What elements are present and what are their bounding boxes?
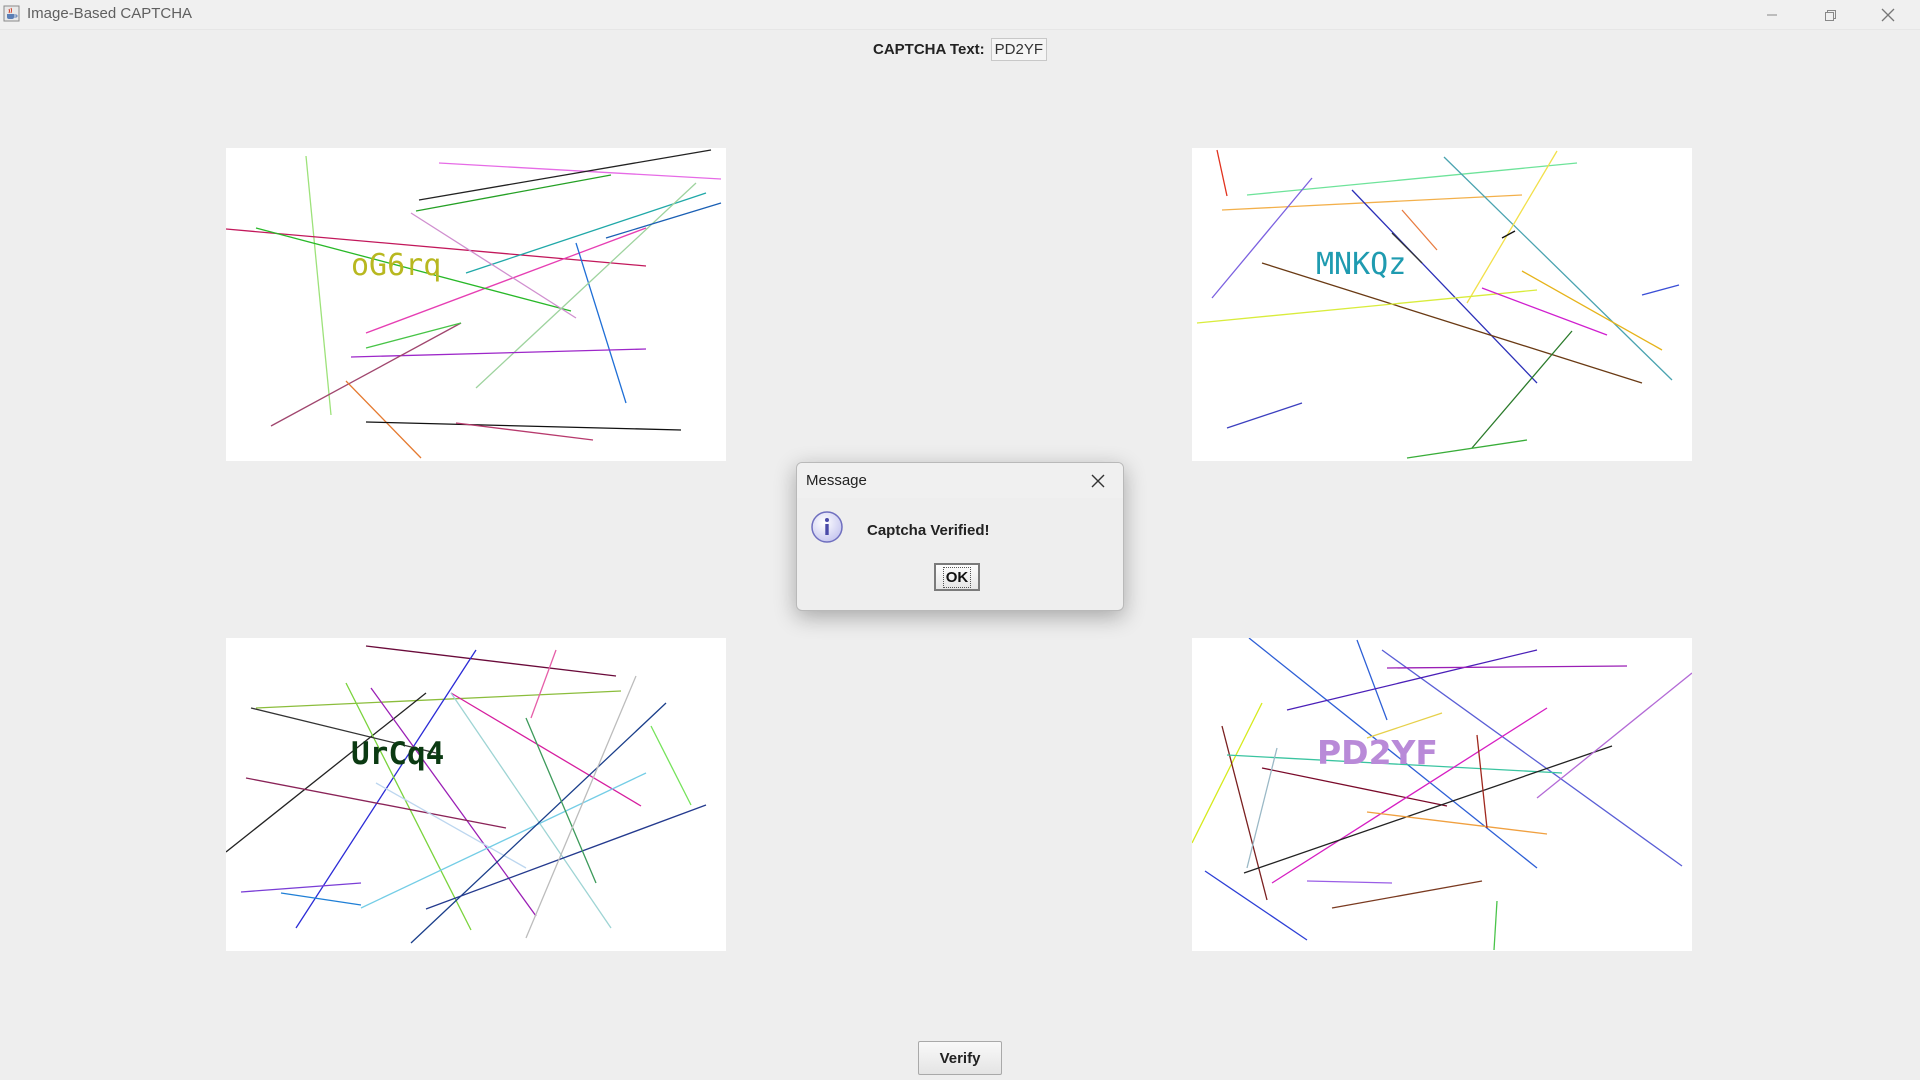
minimize-icon [1766, 14, 1777, 15]
captcha-text-field: PD2YF [990, 37, 1048, 61]
message-dialog: Message Captcha Verified! OK [796, 462, 1124, 611]
ok-button-label: OK [942, 566, 972, 588]
title-bar: Image-Based CAPTCHA [0, 0, 1920, 30]
captcha-image-2: MNKQz [1196, 149, 1680, 459]
captcha-image-option-2[interactable]: MNKQz [1192, 148, 1692, 461]
verify-button[interactable]: Verify [918, 1041, 1002, 1075]
captcha-image-4: PD2YF [1192, 638, 1692, 951]
captcha-image-text: PD2YF [1317, 733, 1438, 772]
captcha-image-text: UrCq4 [351, 736, 444, 772]
captcha-text-label: CAPTCHA Text: [872, 40, 985, 58]
captcha-image-text: oG6rq [351, 248, 441, 283]
close-button[interactable] [1858, 0, 1917, 29]
captcha-image-3: UrCq4 [226, 645, 707, 944]
captcha-image-option-3[interactable]: UrCq4 [226, 638, 726, 951]
window-title: Image-Based CAPTCHA [27, 5, 193, 22]
captcha-window: Image-Based CAPTCHA CAPTCHA Text: PD2YF [0, 0, 1920, 1080]
captcha-image-option-4[interactable]: PD2YF [1192, 638, 1692, 951]
dialog-message: Captcha Verified! [867, 522, 990, 539]
maximize-button[interactable] [1800, 0, 1859, 29]
dialog-title-bar: Message [797, 463, 1123, 498]
restore-icon [1824, 9, 1836, 21]
ok-button[interactable]: OK [934, 563, 980, 591]
captcha-image-1: oG6rq [226, 149, 722, 459]
java-cup-icon [3, 5, 20, 22]
dialog-title: Message [806, 472, 867, 489]
info-icon [811, 511, 843, 543]
captcha-text-row: CAPTCHA Text: PD2YF [0, 36, 1920, 62]
minimize-button[interactable] [1742, 0, 1801, 29]
captcha-image-option-1[interactable]: oG6rq [226, 148, 726, 461]
captcha-image-text: MNKQz [1316, 247, 1406, 282]
close-icon [1881, 8, 1894, 21]
close-icon [1091, 474, 1105, 488]
dialog-close-button[interactable] [1088, 471, 1108, 491]
